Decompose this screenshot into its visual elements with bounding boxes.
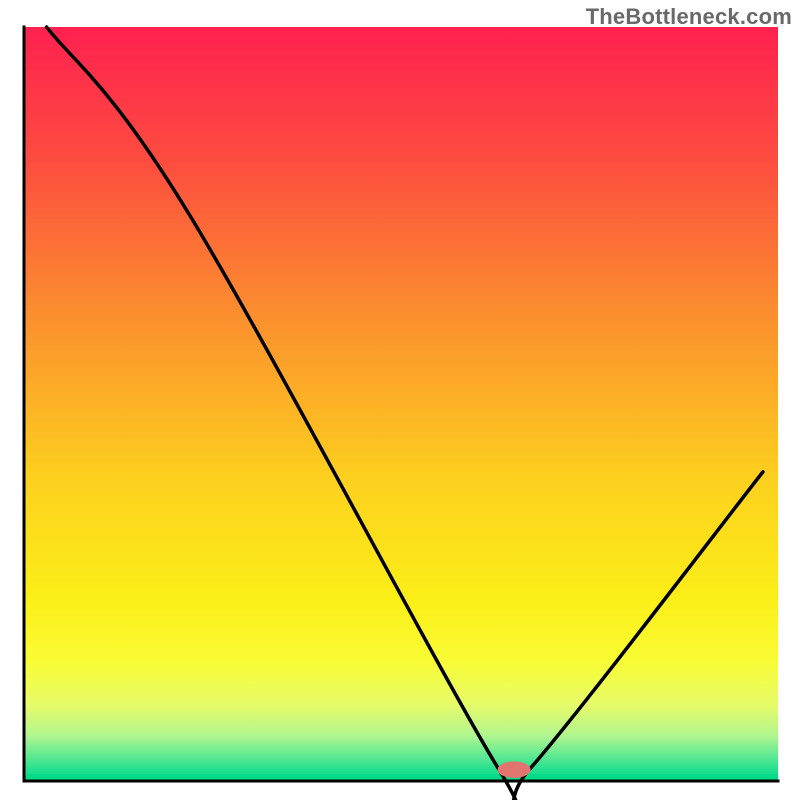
chart-frame: TheBottleneck.com xyxy=(0,0,800,800)
watermark: TheBottleneck.com xyxy=(586,4,792,30)
optimum-marker xyxy=(498,761,531,778)
gradient-background xyxy=(24,27,778,781)
bottleneck-curve-chart xyxy=(0,0,800,800)
